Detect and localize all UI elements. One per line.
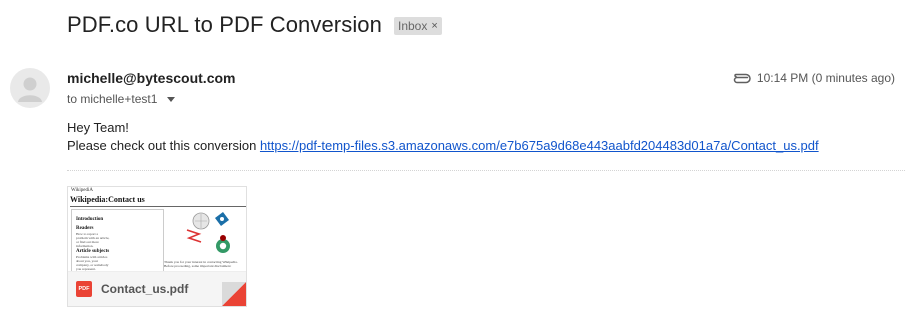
preview-thanks-text: Thank you for your interest in contactin… [164,260,238,268]
sender-email[interactable]: michelle@bytescout.com [67,70,235,86]
email-subject: PDF.co URL to PDF Conversion [67,12,382,37]
preview-heading-readers: Readers [76,226,94,231]
email-view: PDF.co URL to PDF Conversion Inbox × mic… [0,0,907,320]
preview-subjects-text: Problems with articles about you, your c… [76,255,109,271]
attachment-filename: Contact_us.pdf [101,282,189,296]
wikimedia-logos [186,212,230,253]
attachment-card[interactable]: WikipediA Wikipedia:Contact us Introduct… [67,186,247,307]
person-icon[interactable] [10,68,50,108]
chevron-down-icon[interactable] [167,97,176,102]
pdf-icon: PDF [76,281,92,297]
body-greeting: Hey Team! [67,120,129,135]
recipient-text: to michelle+test1 [67,92,158,106]
message-time[interactable]: 10:14 PM (0 minutes ago) [757,71,895,85]
inbox-label-chip[interactable]: Inbox × [393,17,442,35]
preview-heading-intro: Introduction [76,217,104,222]
preview-page-title: Wikipedia:Contact us [70,195,145,204]
attachments-divider [67,170,905,171]
label-text: Inbox [397,19,428,33]
message-meta: 10:14 PM (0 minutes ago) [731,71,895,85]
preview-site-name: WikipediA [71,188,94,193]
remove-label-icon[interactable]: × [431,19,437,33]
body-line: Please check out this conversion https:/… [67,137,819,155]
email-body: Hey Team! Please check out this conversi… [67,119,819,155]
body-text: Please check out this conversion [67,138,257,153]
recipient-row[interactable]: to michelle+test1 [67,92,176,106]
preview-heading-subjects: Article subjects [76,249,110,254]
subject-row: PDF.co URL to PDF Conversion Inbox × [67,12,442,38]
attachment-footer[interactable]: PDF Contact_us.pdf [68,271,246,306]
paperclip-icon [731,72,751,84]
conversion-link[interactable]: https://pdf-temp-files.s3.amazonaws.com/… [260,138,819,153]
folded-corner-icon [222,282,246,306]
preview-readers-text: How to report a problem with an article,… [76,232,110,248]
preview-rule [70,206,246,207]
attachment-preview[interactable]: WikipediA Wikipedia:Contact us Introduct… [68,187,246,273]
